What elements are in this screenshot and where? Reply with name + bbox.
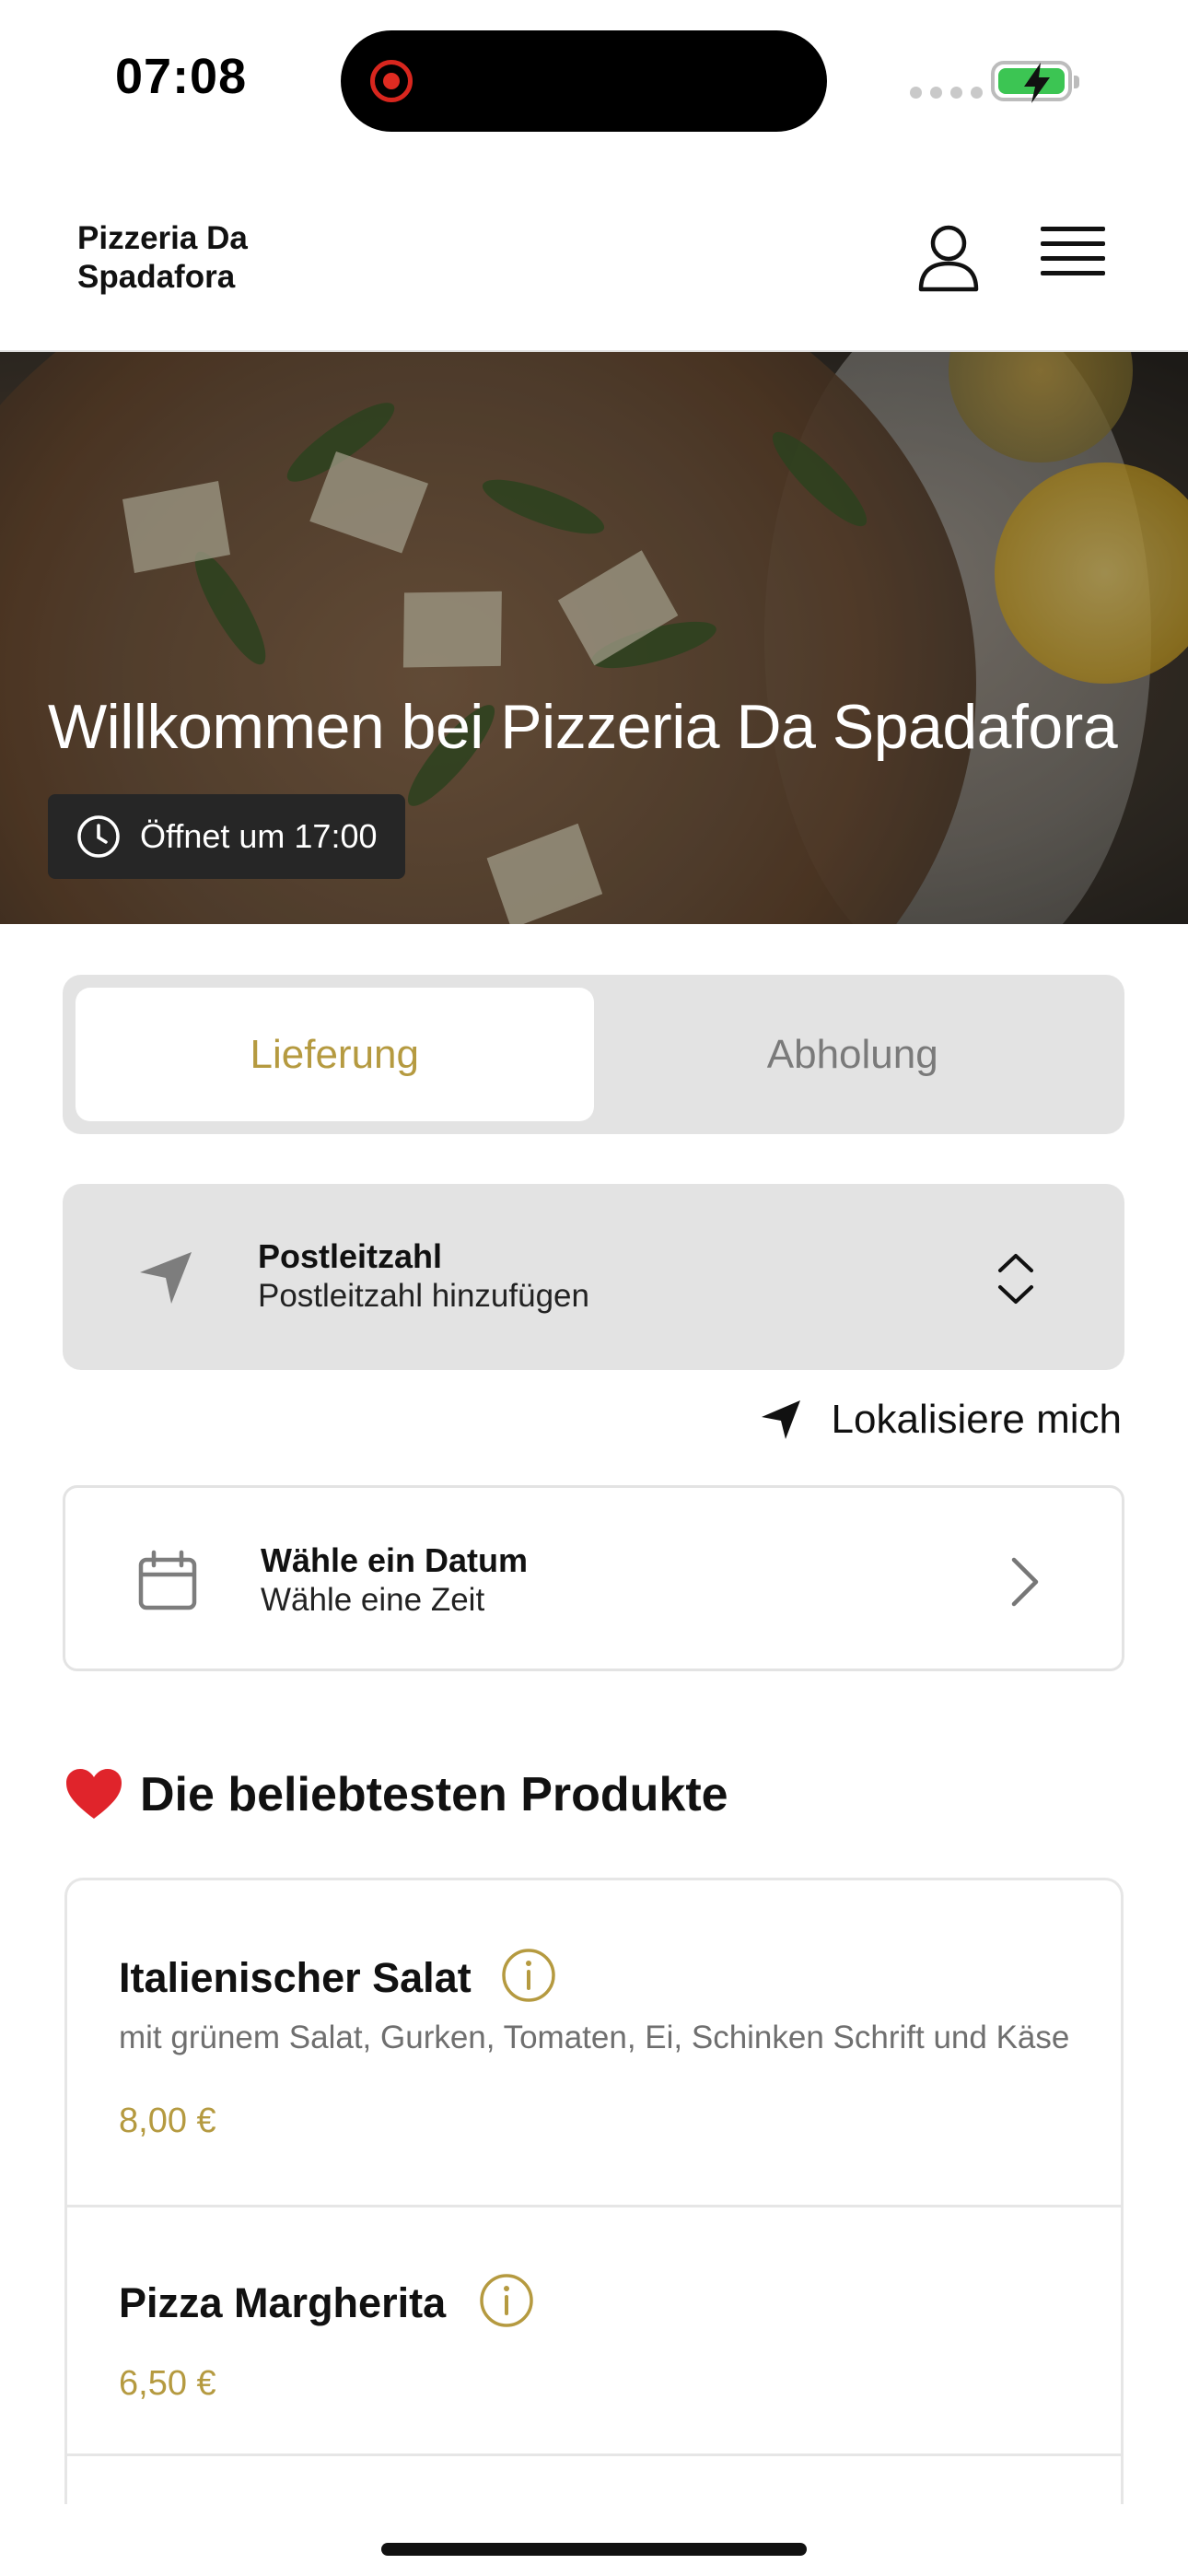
product-name: Italienischer Salat <box>119 1954 472 2001</box>
popular-products-title: Die beliebtesten Produkte <box>140 1768 728 1821</box>
brand-name[interactable]: Pizzeria Da Spadafora <box>77 219 317 297</box>
tab-delivery[interactable]: Lieferung <box>76 988 594 1121</box>
popular-products-heading: Die beliebtesten Produkte <box>64 1767 728 1822</box>
heart-icon <box>66 1769 122 1819</box>
screen-recording-icon <box>370 60 413 102</box>
opening-hours-badge: Öffnet um 17:00 <box>48 794 405 879</box>
locate-me-label: Lokalisiere mich <box>831 1397 1122 1442</box>
home-indicator[interactable] <box>381 2543 807 2556</box>
location-arrow-icon <box>761 1400 800 1439</box>
info-icon[interactable] <box>500 1947 557 2004</box>
location-arrow-icon <box>140 1252 192 1304</box>
tab-pickup[interactable]: Abholung <box>594 988 1112 1121</box>
chevron-right-icon <box>1011 1557 1039 1607</box>
product-list: Italienischer Salat mit grünem Salat, Gu… <box>64 1878 1124 2504</box>
dynamic-island <box>341 30 827 132</box>
account-button[interactable] <box>915 223 982 293</box>
order-mode-toggle: Lieferung Abholung <box>63 975 1124 1134</box>
product-item[interactable]: Italienischer Salat mit grünem Salat, Gu… <box>67 1880 1121 2207</box>
product-item[interactable]: Pizza Margherita 6,50 € <box>67 2207 1121 2456</box>
app-header: Pizzeria Da Spadafora <box>0 157 1188 352</box>
menu-button[interactable] <box>1041 227 1105 282</box>
cellular-signal-icon <box>910 87 983 99</box>
status-bar: 07:08 <box>0 0 1188 157</box>
product-price: 8,00 € <box>119 2102 216 2140</box>
hero-title: Willkommen bei Pizzeria Da Spadafora <box>48 692 1118 762</box>
product-name: Pizza Margherita <box>119 2279 447 2326</box>
postcode-label: Postleitzahl <box>258 1237 443 1275</box>
product-price: 6,50 € <box>119 2364 216 2403</box>
hamburger-menu-icon <box>1041 227 1105 275</box>
user-icon <box>918 225 979 292</box>
clock-icon <box>77 815 120 858</box>
lightning-bolt-icon <box>1024 63 1050 103</box>
postcode-select[interactable]: Postleitzahl Postleitzahl hinzufügen <box>63 1184 1124 1370</box>
calendar-icon <box>138 1550 197 1610</box>
battery-charging-icon <box>991 61 1079 103</box>
postcode-placeholder: Postleitzahl hinzufügen <box>258 1278 589 1314</box>
hero-banner: Willkommen bei Pizzeria Da Spadafora Öff… <box>0 352 1188 924</box>
info-icon[interactable] <box>478 2272 535 2329</box>
time-label: Wähle eine Zeit <box>261 1582 485 1618</box>
locate-me-button[interactable]: Lokalisiere mich <box>758 1397 1122 1443</box>
chevron-up-down-icon <box>998 1254 1033 1304</box>
opening-hours-text: Öffnet um 17:00 <box>140 817 378 855</box>
app-screen: 07:08 Pizzeria Da Spadafora Willkommen b… <box>0 0 1188 2576</box>
date-time-picker[interactable]: Wähle ein Datum Wähle eine Zeit <box>63 1485 1124 1671</box>
product-description: mit grünem Salat, Gurken, Tomaten, Ei, S… <box>119 2020 1070 2055</box>
date-label: Wähle ein Datum <box>261 1541 529 1579</box>
status-time: 07:08 <box>115 49 248 104</box>
